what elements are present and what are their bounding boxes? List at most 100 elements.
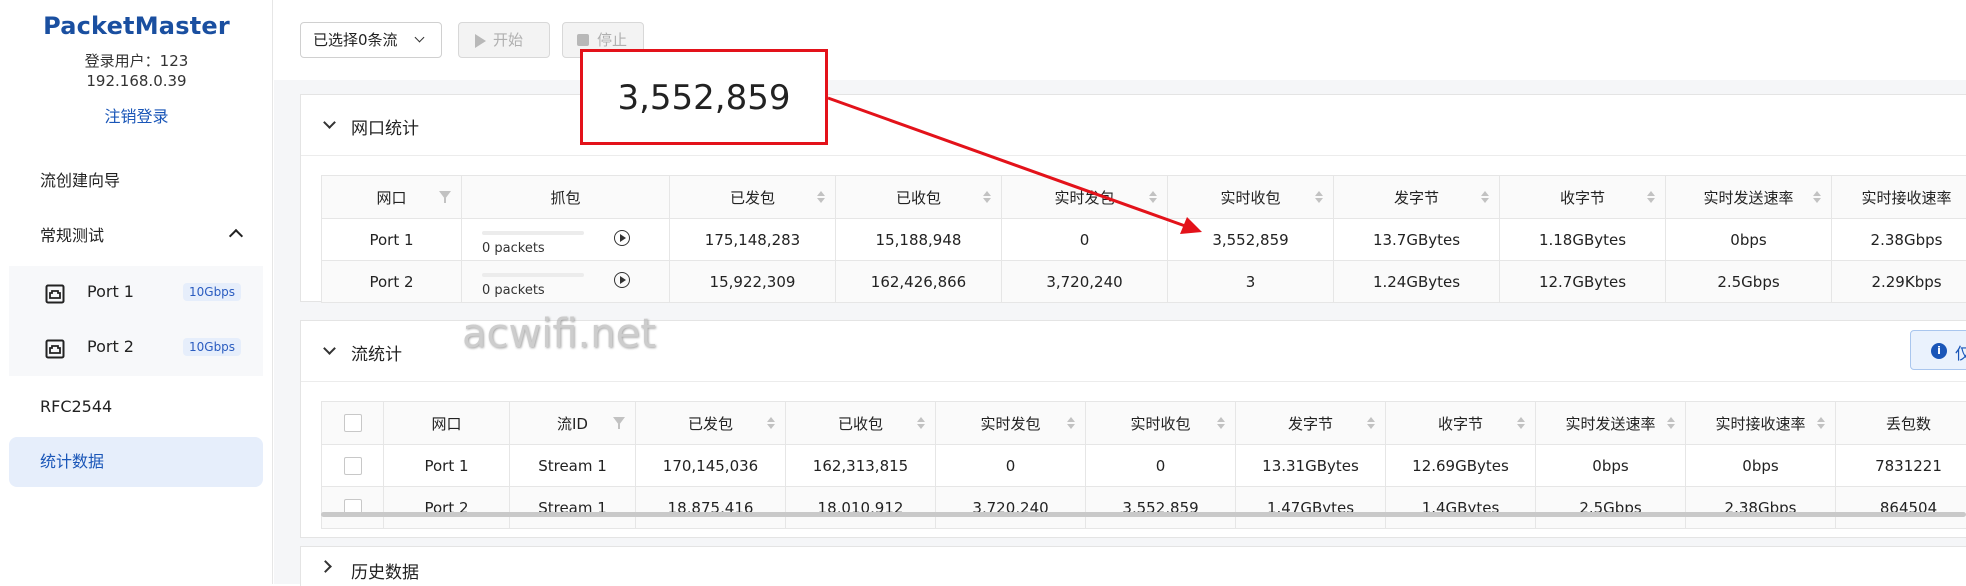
cell-loss: 864504 [1836,487,1966,529]
cell-rx-rate: 2.38Gbps [1686,487,1836,529]
sort-icon[interactable] [983,191,991,203]
port-stats-table: 网口 抓包 已发包 已收包 实时发包 实时收包 发字节 收字节 实时发送速率 实… [321,175,1966,303]
column-header-tx[interactable]: 已发包 [636,402,786,445]
sidebar-item-label: 常规测试 [40,226,104,245]
sort-icon[interactable] [1367,417,1375,429]
column-header-port: 网口 [384,402,510,445]
sort-icon[interactable] [817,191,825,203]
cell-stream-id: Stream 1 [510,445,636,487]
chevron-down-icon[interactable] [323,342,336,355]
cell-tx-rate: 0bps [1536,445,1686,487]
cell-stream-id: Stream 1 [510,487,636,529]
cell-rt-rx: 0 [1086,445,1236,487]
cell-capture: 0 packets [462,261,670,303]
column-header-rx[interactable]: 已收包 [836,176,1002,219]
cell-rx: 15,188,948 [836,219,1002,261]
device-ip: 192.168.0.39 [0,72,273,90]
sidebar-item-port-2[interactable]: Port 2 10Gbps [9,321,263,376]
sort-icon[interactable] [1217,417,1225,429]
sort-icon[interactable] [1517,417,1525,429]
ethernet-port-icon [45,339,65,359]
column-header-tx-bytes[interactable]: 发字节 [1334,176,1500,219]
cell-tx: 18,875,416 [636,487,786,529]
sort-icon[interactable] [767,417,775,429]
annotation-value: 3,552,859 [583,78,825,118]
info-icon: i [1931,343,1947,359]
toolbar: 已选择0条流 开始 停止 [274,0,1966,80]
cell-port: Port 1 [322,219,462,261]
column-header-rx-bytes[interactable]: 收字节 [1386,402,1536,445]
sort-icon[interactable] [1647,191,1655,203]
column-header-rx-rate: 实时接收速率 [1832,176,1966,219]
column-header-rt-tx[interactable]: 实时发包 [936,402,1086,445]
column-header-rt-rx[interactable]: 实时收包 [1168,176,1334,219]
capture-progress-bar [482,231,584,235]
play-icon [475,34,486,48]
sidebar-item-port-1[interactable]: Port 1 10Gbps [9,266,263,321]
start-button[interactable]: 开始 [458,22,550,58]
stream-stats-table: 网口 流ID 已发包 已收包 实时发包 实时收包 发字节 收字节 实时发送速率 … [321,401,1966,529]
start-button-label: 开始 [493,31,523,49]
speed-badge: 10Gbps [183,338,241,356]
cell-tx-rate: 2.5Gbps [1536,487,1686,529]
capture-count: 0 packets [482,283,545,298]
column-header-rx-bytes[interactable]: 收字节 [1500,176,1666,219]
column-header-tx-rate[interactable]: 实时发送速率 [1666,176,1832,219]
stream-selection-dropdown[interactable]: 已选择0条流 [300,22,442,58]
play-icon[interactable] [614,230,630,246]
sidebar-item-statistics[interactable]: 统计数据 [9,437,263,487]
table-row: Port 1 Stream 1 170,145,036 162,313,815 … [322,445,1966,487]
column-header-tx-rate[interactable]: 实时发送速率 [1536,402,1686,445]
column-header-port[interactable]: 网口 [322,176,462,219]
ethernet-port-icon [45,284,65,304]
sidebar-item-label: Port 2 [87,337,134,356]
column-header-tx[interactable]: 已发包 [670,176,836,219]
row-checkbox[interactable] [344,457,362,475]
cell-rt-rx: 3,552,859 [1168,219,1334,261]
filter-icon[interactable] [613,417,625,425]
sort-icon[interactable] [1315,191,1323,203]
panel-title: 流统计 [351,340,402,365]
logout-link[interactable]: 注销登录 [0,103,273,127]
column-header-rt-tx[interactable]: 实时发包 [1002,176,1168,219]
chevron-down-icon[interactable] [323,116,336,129]
column-header-rx-rate[interactable]: 实时接收速率 [1686,402,1836,445]
sort-icon[interactable] [1067,417,1075,429]
cell-rt-tx: 0 [1002,219,1168,261]
sidebar-item-regular-test[interactable]: 常规测试 [9,212,263,260]
regular-test-submenu: Port 1 10Gbps Port 2 10Gbps [9,266,263,376]
sort-icon[interactable] [1813,191,1821,203]
panel-title: 网口统计 [351,114,419,139]
cell-loss: 7831221 [1836,445,1966,487]
stop-icon [577,34,589,46]
logged-in-user: 登录用户：123 [0,50,273,71]
sort-icon[interactable] [1481,191,1489,203]
stop-button-label: 停止 [597,31,627,49]
table-row: Port 1 0 packets 175,148,283 15,188,948 … [322,219,1966,261]
column-header-stream-id[interactable]: 流ID [510,402,636,445]
sort-icon[interactable] [1149,191,1157,203]
sort-icon[interactable] [917,417,925,429]
table-row: Port 2 0 packets 15,922,309 162,426,866 … [322,261,1966,303]
column-header-rt-rx[interactable]: 实时收包 [1086,402,1236,445]
sort-icon[interactable] [1817,417,1825,429]
brand-logo: PacketMaster [0,12,273,40]
cell-rx: 162,426,866 [836,261,1002,303]
sidebar-item-label: 流创建向导 [40,171,120,190]
horizontal-scrollbar[interactable] [321,512,1966,517]
table-row: Port 2 Stream 1 18,875,416 18,010,912 3,… [322,487,1966,529]
column-header-rx[interactable]: 已收包 [786,402,936,445]
filter-icon[interactable] [439,191,451,199]
sort-icon[interactable] [1667,417,1675,429]
play-icon[interactable] [614,272,630,288]
column-header-tx-bytes[interactable]: 发字节 [1236,402,1386,445]
sidebar-item-rfc2544[interactable]: RFC2544 [9,383,263,431]
chevron-right-icon[interactable] [319,560,332,573]
history-panel[interactable]: 历史数据 [300,546,1966,586]
sidebar-item-stream-wizard[interactable]: 流创建向导 [9,157,263,205]
port-stats-header[interactable]: 网口统计 [301,95,1966,156]
stream-filter-button[interactable]: i 仅 [1910,330,1966,370]
select-all-checkbox[interactable] [344,414,362,432]
column-header-capture: 抓包 [462,176,670,219]
cell-rx-rate: 2.38Gbps [1832,219,1966,261]
